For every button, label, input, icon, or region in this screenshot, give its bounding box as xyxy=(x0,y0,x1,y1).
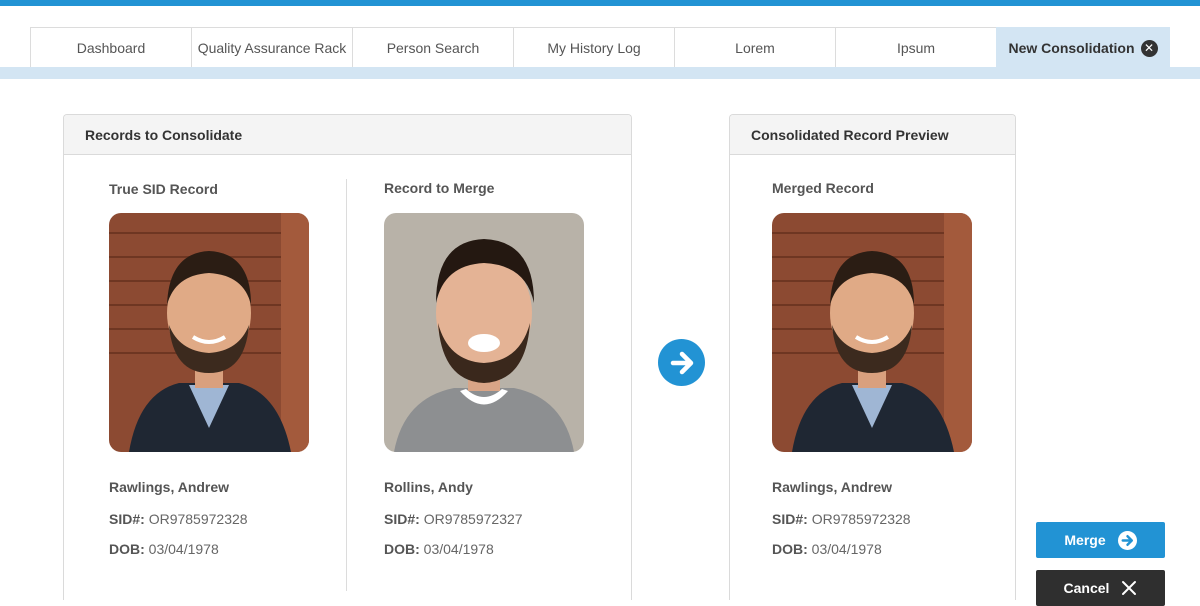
record-heading: True SID Record xyxy=(109,181,218,197)
tab-label: My History Log xyxy=(547,40,641,56)
record-to-merge: Record to Merge xyxy=(384,180,604,196)
merge-button[interactable]: Merge xyxy=(1036,522,1165,558)
merge-record-photo xyxy=(384,213,584,452)
tab-my-history-log[interactable]: My History Log xyxy=(513,27,675,68)
close-icon[interactable]: ✕ xyxy=(1140,39,1158,57)
record-name: Rawlings, Andrew xyxy=(772,479,893,495)
tab-ipsum[interactable]: Ipsum xyxy=(835,27,997,68)
dob-label: DOB: xyxy=(109,541,145,557)
tab-label: Dashboard xyxy=(76,40,146,56)
panel-title: Consolidated Record Preview xyxy=(730,115,1015,155)
tab-dashboard[interactable]: Dashboard xyxy=(30,27,192,68)
consolidated-record-preview-panel: Consolidated Record Preview Merged Recor… xyxy=(729,114,1016,600)
record-sid: SID#: OR9785972328 xyxy=(772,511,911,527)
record-sid: SID#: OR9785972327 xyxy=(384,511,523,527)
merge-button-label: Merge xyxy=(1064,532,1106,548)
tab-bar: Dashboard Quality Assurance Rack Person … xyxy=(30,27,1170,68)
tab-new-consolidation[interactable]: New Consolidation ✕ xyxy=(996,27,1170,68)
sid-label: SID#: xyxy=(772,511,808,527)
sid-value: OR9785972328 xyxy=(148,511,248,527)
tab-label: Person Search xyxy=(386,40,480,56)
record-dob: DOB: 03/04/1978 xyxy=(384,541,494,557)
tab-label: Lorem xyxy=(735,40,775,56)
record-heading: Record to Merge xyxy=(384,180,495,196)
true-record-photo xyxy=(109,213,309,452)
tab-underline-strip xyxy=(0,67,1200,79)
arrow-right-circle-icon xyxy=(658,339,705,386)
dob-value: 03/04/1978 xyxy=(811,541,882,557)
record-name: Rollins, Andy xyxy=(384,479,473,495)
tab-person-search[interactable]: Person Search xyxy=(352,27,514,68)
tab-label: Quality Assurance Rack xyxy=(197,40,347,56)
true-sid-record: True SID Record xyxy=(109,181,329,197)
sid-label: SID#: xyxy=(384,511,420,527)
dob-label: DOB: xyxy=(384,541,420,557)
record-heading: Merged Record xyxy=(772,180,874,196)
tab-label: New Consolidation xyxy=(1008,40,1135,56)
merged-record-photo xyxy=(772,213,972,452)
sid-label: SID#: xyxy=(109,511,145,527)
top-accent-bar xyxy=(0,0,1200,6)
arrow-right-circle-icon xyxy=(1117,530,1137,550)
sid-value: OR9785972328 xyxy=(811,511,911,527)
divider xyxy=(346,179,347,591)
tab-quality-assurance-rack[interactable]: Quality Assurance Rack xyxy=(191,27,353,68)
dob-value: 03/04/1978 xyxy=(423,541,494,557)
record-sid: SID#: OR9785972328 xyxy=(109,511,248,527)
cancel-button-label: Cancel xyxy=(1063,580,1110,596)
tab-lorem[interactable]: Lorem xyxy=(674,27,836,68)
records-to-consolidate-panel: Records to Consolidate True SID Record R… xyxy=(63,114,632,600)
record-dob: DOB: 03/04/1978 xyxy=(772,541,882,557)
merged-record: Merged Record xyxy=(772,180,992,196)
x-icon xyxy=(1121,580,1137,596)
sid-value: OR9785972327 xyxy=(423,511,523,527)
dob-value: 03/04/1978 xyxy=(148,541,219,557)
cancel-button[interactable]: Cancel xyxy=(1036,570,1165,606)
tab-label: Ipsum xyxy=(896,40,936,56)
record-dob: DOB: 03/04/1978 xyxy=(109,541,219,557)
dob-label: DOB: xyxy=(772,541,808,557)
record-name: Rawlings, Andrew xyxy=(109,479,230,495)
panel-title: Records to Consolidate xyxy=(64,115,631,155)
